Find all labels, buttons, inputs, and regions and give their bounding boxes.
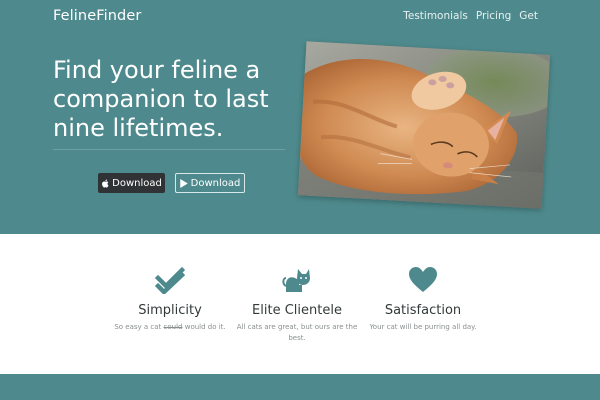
feature-simplicity: Simplicity So easy a cat could would do …	[105, 266, 235, 333]
checkmark-icon	[154, 266, 186, 296]
download-play-button[interactable]: Download	[175, 173, 245, 193]
feature-description: All cats are great, but ours are the bes…	[236, 323, 358, 342]
sleeping-cat-image	[297, 41, 551, 209]
play-store-icon	[179, 178, 188, 188]
cat-icon	[282, 269, 310, 292]
feature-description: So easy a cat could would do it.	[114, 323, 226, 331]
cat-photo	[297, 41, 551, 209]
download-play-label: Download	[190, 177, 241, 189]
feature-description: Your cat will be purring all day.	[369, 323, 477, 331]
brand-logo[interactable]: FelineFinder	[53, 8, 141, 24]
download-apple-label: Download	[112, 177, 162, 189]
feature-title: Satisfaction	[384, 303, 462, 318]
hero-divider	[53, 149, 285, 150]
hero-headline: Find your feline a companion to last nin…	[53, 56, 269, 142]
nav-link-pricing[interactable]: Pricing	[476, 10, 511, 22]
download-apple-button[interactable]: Download	[98, 173, 165, 193]
features-section: Simplicity So easy a cat could would do …	[0, 234, 600, 374]
nav-link-get[interactable]: Get	[519, 10, 538, 22]
apple-icon	[102, 178, 109, 188]
footer-band	[0, 374, 600, 400]
nav-link-testimonials[interactable]: Testimonials	[403, 10, 468, 22]
feature-satisfaction: Satisfaction Your cat will be purring al…	[358, 266, 488, 333]
feature-elite-clientele: Elite Clientele All cats are great, but …	[232, 266, 362, 344]
heart-icon	[409, 267, 437, 292]
top-nav: Testimonials Pricing Get	[403, 10, 538, 22]
feature-title: Simplicity	[138, 303, 202, 318]
hero-section: FelineFinder Testimonials Pricing Get Fi…	[0, 0, 600, 234]
feature-title: Elite Clientele	[252, 303, 342, 318]
